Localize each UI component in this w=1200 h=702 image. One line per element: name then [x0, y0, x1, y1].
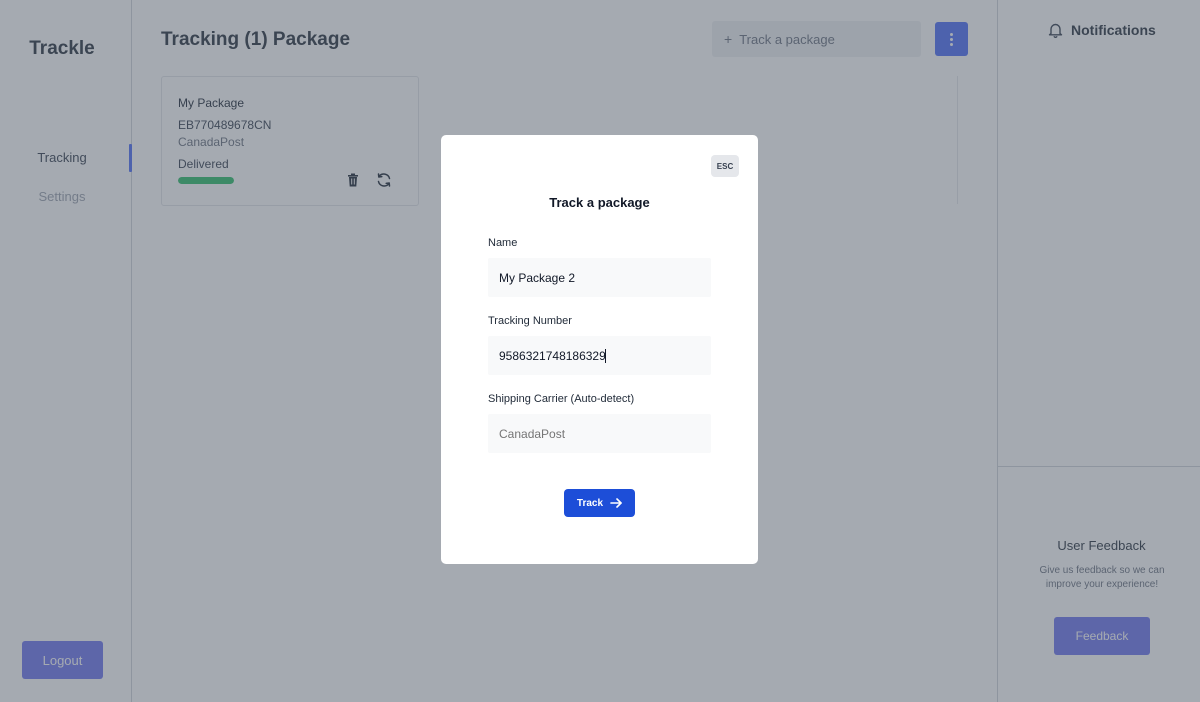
tracking-number-label: Tracking Number: [488, 315, 572, 327]
track-button[interactable]: Track: [564, 489, 635, 517]
name-input[interactable]: [488, 258, 711, 297]
track-package-modal: ESC Track a package Name Tracking Number…: [441, 135, 758, 564]
modal-title: Track a package: [549, 195, 650, 210]
text-caret: [605, 349, 606, 363]
app-root: Trackle Tracking Settings Logout Trackin…: [0, 0, 1200, 702]
track-button-label: Track: [576, 497, 604, 509]
esc-close-button[interactable]: ESC: [711, 155, 739, 177]
carrier-label: Shipping Carrier (Auto-detect): [488, 393, 635, 405]
tracking-number-input[interactable]: [488, 336, 711, 375]
arrow-right-icon: [610, 498, 622, 508]
carrier-input[interactable]: [488, 414, 711, 453]
name-label: Name: [488, 237, 518, 249]
